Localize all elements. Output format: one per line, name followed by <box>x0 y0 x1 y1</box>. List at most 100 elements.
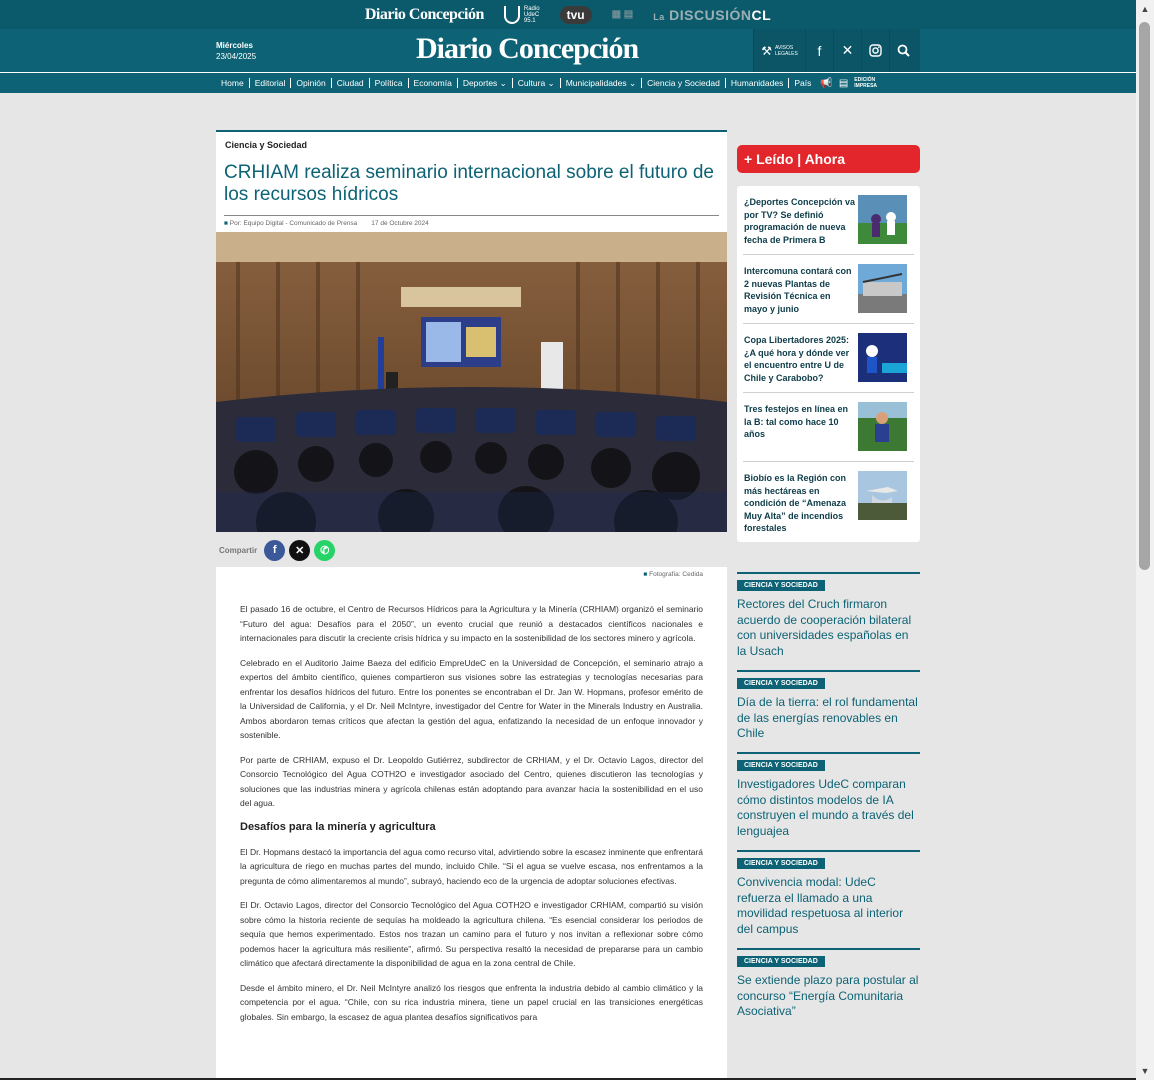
leido-item-thumbnail[interactable] <box>858 333 907 382</box>
article-paragraph-5: El Dr. Octavio Lagos, director del Conso… <box>240 900 703 968</box>
avisos-legales-button[interactable]: ⚒ AVISOS LEGALES <box>753 29 805 72</box>
header-date: Miércoles 23/04/2025 <box>216 40 256 62</box>
leido-ahora-header[interactable]: + Leído | Ahora <box>737 145 920 173</box>
nav-item-deportes[interactable]: Deportes ⌄ <box>458 78 513 88</box>
header-date-value: 23/04/2025 <box>216 52 257 61</box>
scrollbar-thumb[interactable] <box>1139 22 1150 570</box>
leido-item-title[interactable]: Biobío es la Región con más hectáreas en… <box>744 472 856 535</box>
leido-item-thumbnail[interactable] <box>858 264 907 313</box>
related-tag[interactable]: CIENCIA Y SOCIEDAD <box>737 678 825 689</box>
nav-item-ciudad[interactable]: Ciudad <box>332 78 370 88</box>
nav-item-editorial[interactable]: Editorial <box>250 78 292 88</box>
network-bar: Diario Concepción Radio UdeC 95.1 tvu ▦ ▤ … <box>0 0 1136 29</box>
credit-bullet-icon: ■ <box>643 571 648 578</box>
leido-item-title[interactable]: ¿Deportes Concepción va por TV? Se defin… <box>744 196 856 246</box>
nav-item-economia[interactable]: Economía <box>409 78 458 88</box>
nav-inner: Home Editorial Opinión Ciudad Política E… <box>216 73 920 93</box>
related-tag[interactable]: CIENCIA Y SOCIEDAD <box>737 956 825 967</box>
share-bar: Compartir f ✕ ✆ <box>219 539 336 561</box>
list-item[interactable]: Copa Libertadores 2025: ¿A qué hora y dó… <box>743 324 914 393</box>
nav-item-humanidades[interactable]: Humanidades <box>726 78 790 88</box>
list-item[interactable]: Tres festejos en línea en la B: tal como… <box>743 393 914 462</box>
related-title[interactable]: Rectores del Cruch firmaron acuerdo de c… <box>737 597 920 659</box>
radio-line-3: 95.1 <box>523 17 536 24</box>
nav-tail: 📢 ▤ EDICIÓN IMPRESA <box>820 77 877 89</box>
article-byline: ■ Por: Equipo Digital - Comunicado de Pr… <box>224 215 719 227</box>
page-scrollbar[interactable]: ▲ ▼ <box>1136 0 1154 1080</box>
discusion-main: DISCUSIÓN <box>669 6 752 23</box>
list-item[interactable]: ¿Deportes Concepción va por TV? Se defin… <box>743 186 914 255</box>
related-tag[interactable]: CIENCIA Y SOCIEDAD <box>737 580 825 591</box>
network-diario-concepcion-link[interactable]: Diario Concepción <box>365 6 485 24</box>
photo-credit: ■ Fotografía: Cedida <box>643 571 703 578</box>
site-logo[interactable]: Diario Concepción <box>416 32 639 66</box>
nav-item-home[interactable]: Home <box>216 78 250 88</box>
article-subheading: Desafíos para la minería y agricultura <box>240 820 436 833</box>
related-article[interactable]: CIENCIA Y SOCIEDAD Se extiende plazo par… <box>737 948 920 1020</box>
nav-item-cultura[interactable]: Cultura ⌄ <box>513 78 561 88</box>
article-photo <box>216 232 727 532</box>
x-twitter-icon[interactable]: ✕ <box>833 29 861 72</box>
nav-item-pais[interactable]: País <box>789 78 816 88</box>
discusion-suffix: CL <box>751 6 772 23</box>
related-article[interactable]: CIENCIA Y SOCIEDAD Investigadores UdeC c… <box>737 752 920 839</box>
network-la-discusion-link[interactable]: La DISCUSIÓNCL <box>653 7 771 23</box>
search-icon[interactable] <box>889 29 917 72</box>
article-paragraph-1: El pasado 16 de octubre, el Centro de Re… <box>240 604 703 643</box>
list-item[interactable]: Biobío es la Región con más hectáreas en… <box>743 462 914 533</box>
related-title[interactable]: Se extiende plazo para postular al concu… <box>737 973 920 1020</box>
edicion-line-2: IMPRESA <box>854 83 878 89</box>
list-item[interactable]: Intercomuna contará con 2 nuevas Plantas… <box>743 255 914 324</box>
leido-item-thumbnail[interactable] <box>858 195 907 244</box>
share-x-icon[interactable]: ✕ <box>289 539 311 561</box>
nav-item-municipalidades[interactable]: Municipalidades ⌄ <box>561 78 643 88</box>
leido-item-title[interactable]: Intercomuna contará con 2 nuevas Plantas… <box>744 265 856 315</box>
article-paragraph-3: Por parte de CRHIAM, expuso el Dr. Leopo… <box>240 754 703 809</box>
related-article[interactable]: CIENCIA Y SOCIEDAD Convivencia modal: Ud… <box>737 850 920 937</box>
network-radio-udec-link[interactable]: Radio UdeC 95.1 <box>503 5 540 24</box>
related-article[interactable]: CIENCIA Y SOCIEDAD Día de la tierra: el … <box>737 670 920 742</box>
leido-item-thumbnail[interactable] <box>858 402 907 451</box>
nav-item-politica[interactable]: Política <box>370 78 409 88</box>
leido-item-title[interactable]: Copa Libertadores 2025: ¿A qué hora y dó… <box>744 334 856 384</box>
nav-item-ciencia-sociedad[interactable]: Ciencia y Sociedad <box>642 78 726 88</box>
header-icons: ⚒ AVISOS LEGALES f ✕ <box>753 29 920 72</box>
article-body: ■ Fotografía: Cedida El pasado 16 de oct… <box>216 567 727 1080</box>
related-title[interactable]: Investigadores UdeC comparan cómo distin… <box>737 777 920 839</box>
scroll-down-icon[interactable]: ▼ <box>1136 1062 1154 1080</box>
nav-item-opinion[interactable]: Opinión <box>291 78 332 88</box>
related-title[interactable]: Convivencia modal: UdeC refuerza el llam… <box>737 875 920 937</box>
site-header: Miércoles 23/04/2025 Diario Concepción ⚒… <box>0 29 1136 72</box>
newspaper-icon[interactable]: ▤ <box>839 78 848 89</box>
leido-item-title[interactable]: Tres festejos en línea en la B: tal como… <box>744 403 856 441</box>
scroll-up-icon[interactable]: ▲ <box>1136 0 1154 18</box>
share-whatsapp-icon[interactable]: ✆ <box>314 539 336 561</box>
facebook-icon[interactable]: f <box>805 29 833 72</box>
leido-ahora-list: ¿Deportes Concepción va por TV? Se defin… <box>737 186 920 542</box>
network-partner-logo-icon[interactable]: ▦ ▤ <box>612 9 634 20</box>
edicion-impresa-link[interactable]: EDICIÓN IMPRESA <box>854 77 877 89</box>
article-author: Por: Equipo Digital - Comunicado de Pren… <box>229 220 358 227</box>
article-paragraph-2: Celebrado en el Auditorio Jaime Baeza de… <box>240 657 703 741</box>
discusion-prefix: La <box>653 11 665 22</box>
network-tvu-link[interactable]: tvu <box>559 5 592 24</box>
article-paragraph-4: El Dr. Hopmans destacó la importancia de… <box>240 846 703 886</box>
related-title[interactable]: Día de la tierra: el rol fundamental de … <box>737 695 920 742</box>
header-day: Miércoles <box>216 41 253 50</box>
main-nav: Home Editorial Opinión Ciudad Política E… <box>0 72 1136 93</box>
related-tag[interactable]: CIENCIA Y SOCIEDAD <box>737 858 825 869</box>
article-paragraph-6: Desde el ámbito minero, el Dr. Neil McIn… <box>240 982 703 1022</box>
related-tag[interactable]: CIENCIA Y SOCIEDAD <box>737 760 825 771</box>
article-title: CRHIAM realiza seminario internacional s… <box>224 162 715 205</box>
avisos-line-2: LEGALES <box>774 50 798 57</box>
article-date: 17 de Octubre 2024 <box>371 220 429 227</box>
article-category[interactable]: Ciencia y Sociedad <box>225 140 307 150</box>
share-facebook-icon[interactable]: f <box>264 539 286 561</box>
related-article[interactable]: CIENCIA Y SOCIEDAD Rectores del Cruch fi… <box>737 572 920 659</box>
radio-udec-logo-icon <box>503 5 520 24</box>
gavel-icon: ⚒ <box>761 43 772 58</box>
article-header: Ciencia y Sociedad CRHIAM realiza semina… <box>216 130 727 232</box>
instagram-icon[interactable] <box>861 29 889 72</box>
megaphone-icon[interactable]: 📢 <box>820 78 832 89</box>
leido-item-thumbnail[interactable] <box>858 471 907 520</box>
